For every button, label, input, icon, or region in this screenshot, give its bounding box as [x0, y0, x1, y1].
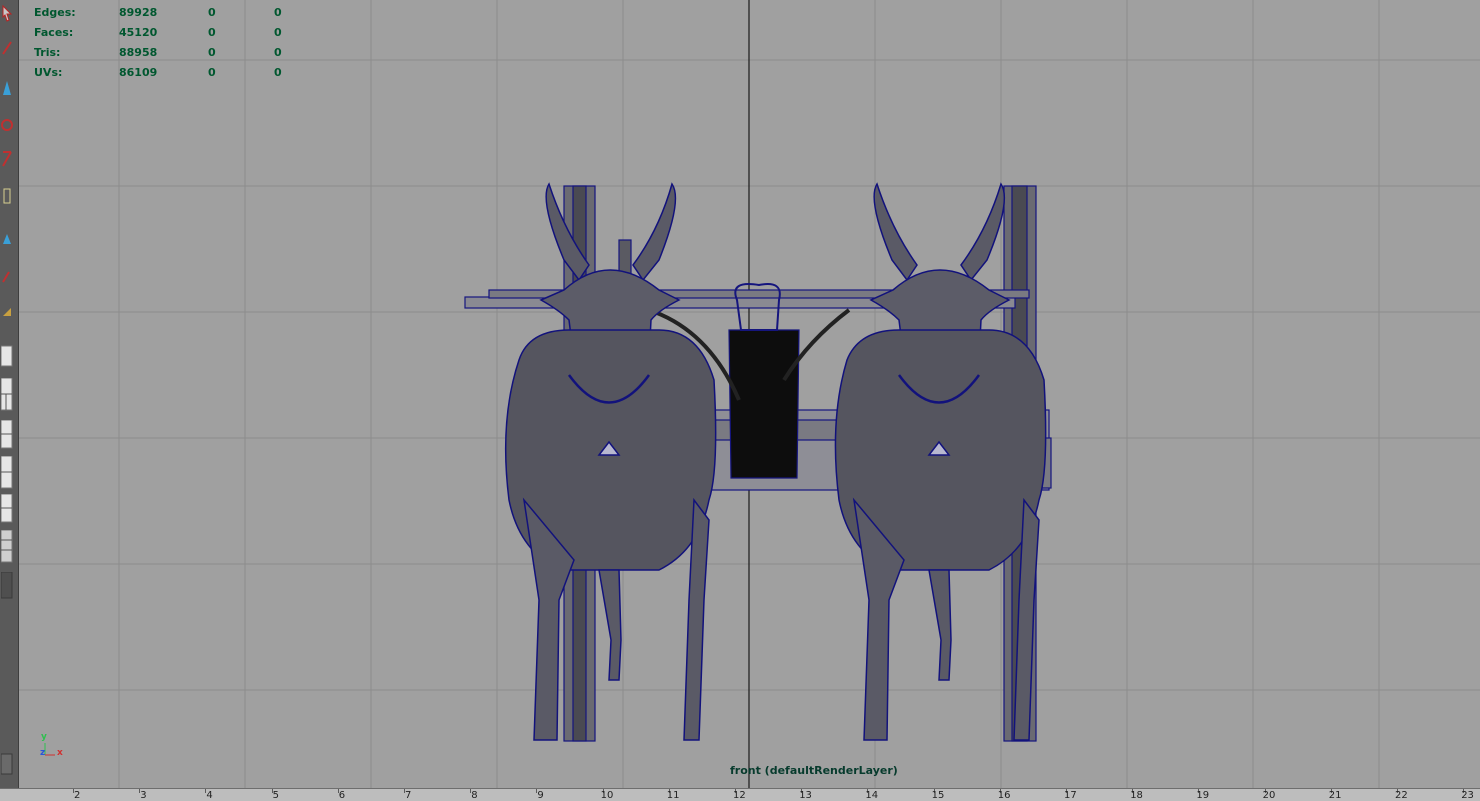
camera-label: front (defaultRenderLayer)	[730, 764, 898, 777]
hud-value: 0	[208, 26, 216, 39]
axis-gizmo: y z x	[39, 733, 69, 763]
hud-value: 0	[208, 46, 216, 59]
timeline-frame-label: 3	[140, 790, 147, 801]
hud-value: 0	[208, 66, 216, 79]
timeline-frame-label: 23	[1461, 790, 1474, 801]
hud-value: 0	[274, 66, 282, 79]
timeline-frame-label: 4	[206, 790, 213, 801]
hypershade-layout-icon[interactable]	[1, 494, 13, 523]
scale-tool-icon[interactable]	[1, 186, 13, 208]
timeline-frame-label: 9	[537, 790, 544, 801]
timeline-frame-label: 17	[1064, 790, 1077, 801]
timeline-frame-label: 16	[997, 790, 1011, 801]
hud-value: 88958	[119, 46, 158, 59]
timeline-frame-label: 15	[931, 790, 945, 801]
hud-label: Faces:	[34, 26, 74, 39]
hud-label: Edges:	[34, 6, 76, 19]
timeline-frame-label: 19	[1196, 790, 1210, 801]
hud-value: 0	[208, 6, 216, 19]
hud-label: Tris:	[34, 46, 61, 59]
persp-uv-layout-icon[interactable]	[1, 530, 13, 563]
hud-value: 0	[274, 6, 282, 19]
timeline-frame-label: 10	[600, 790, 614, 801]
viewport-scene	[19, 0, 1480, 788]
timeline-frame-label: 22	[1395, 790, 1408, 801]
hud-value: 86109	[119, 66, 158, 79]
timeline-frame-label: 7	[405, 790, 412, 801]
four-view-layout-icon[interactable]	[1, 378, 13, 411]
hud-value: 0	[274, 26, 282, 39]
toolbox	[0, 0, 19, 788]
timeline-frame-label: 11	[666, 790, 680, 801]
single-view-layout-icon[interactable]	[1, 344, 13, 367]
time-slider[interactable]: 2 3 4 5 6 7 8 9 10 11 12 13 14 15 16 17 18 19 20 21 22 23	[0, 788, 1480, 801]
timeline-frame-label: 21	[1328, 790, 1342, 801]
timeline-frame-label: 8	[471, 790, 478, 801]
select-tool-icon[interactable]	[1, 2, 13, 24]
timeline-frame-label: 18	[1130, 790, 1143, 801]
persp-graph-layout-icon[interactable]	[1, 456, 13, 489]
timeline-frame-label: 14	[865, 790, 879, 801]
soft-mod-icon[interactable]	[1, 266, 13, 288]
last-tool-icon[interactable]	[1, 752, 13, 775]
bullock-left	[504, 182, 717, 741]
persp-outliner-layout-icon[interactable]	[1, 420, 13, 449]
front-viewport[interactable]: Edges: 89928 0 0 Faces: 45120 0 0 Tris: …	[19, 0, 1480, 788]
timeline-frame-label: 12	[733, 790, 746, 801]
timeline-frame-label: 13	[799, 790, 812, 801]
hud-value: 89928	[119, 6, 158, 19]
show-manip-icon[interactable]	[1, 300, 13, 322]
axis-z-label: z	[40, 748, 46, 758]
move-tool-icon[interactable]	[1, 114, 13, 136]
axis-y-label: y	[41, 732, 47, 742]
outliner-layout-icon[interactable]	[1, 572, 13, 599]
manipulator-icon[interactable]	[1, 228, 13, 250]
axis-x-label: x	[57, 748, 63, 758]
lasso-tool-icon[interactable]	[1, 38, 13, 60]
timeline-frame-label: 6	[338, 790, 346, 801]
timeline-frame-label: 2	[74, 790, 81, 801]
timeline-frame-label: 5	[272, 790, 279, 801]
paint-select-icon[interactable]	[1, 78, 13, 100]
hud-value: 0	[274, 46, 282, 59]
timeline-frame-label: 20	[1262, 790, 1276, 801]
hud-label: UVs:	[34, 66, 63, 79]
rotate-tool-icon[interactable]	[1, 148, 13, 170]
hud-value: 45120	[119, 26, 158, 39]
